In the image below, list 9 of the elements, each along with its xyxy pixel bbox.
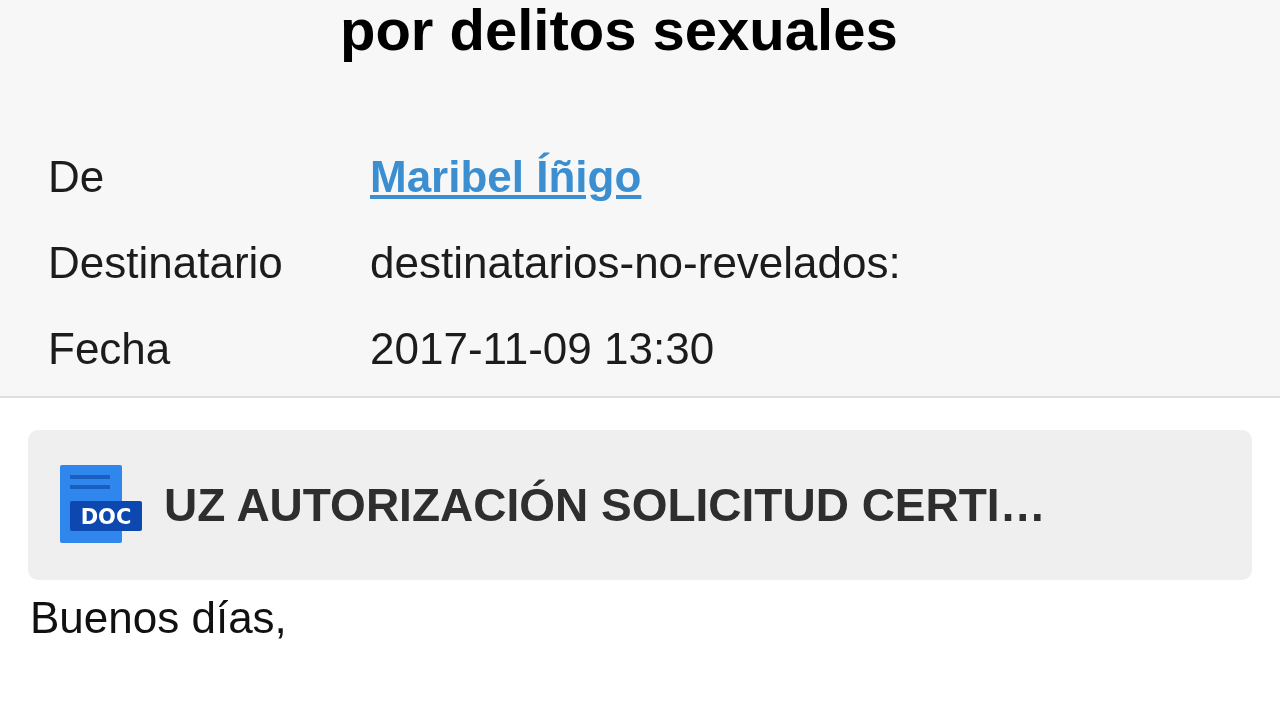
field-value: 2017-11-09 13:30 (370, 323, 715, 375)
body-text: Buenos días, (30, 592, 287, 644)
field-label: Destinatario (48, 237, 283, 289)
attachment-name: UZ AUTORIZACIÓN SOLICITUD CERTI… (164, 478, 1046, 532)
email-subject: por delitos sexuales (340, 0, 898, 60)
field-label: Fecha (48, 323, 171, 375)
field-label: De (48, 151, 105, 203)
attachment-card[interactable]: DOC UZ AUTORIZACIÓN SOLICITUD CERTI… (28, 430, 1252, 580)
field-value: destinatarios-no-revelados: (370, 237, 901, 289)
